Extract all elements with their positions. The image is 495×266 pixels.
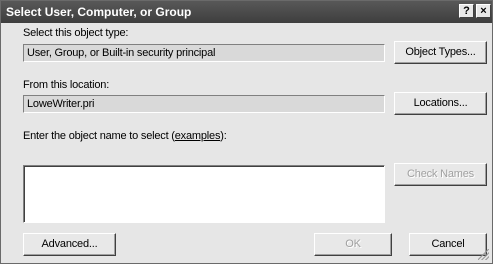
check-names-button[interactable]: Check Names — [394, 163, 487, 186]
object-name-label-suffix: ): — [220, 130, 227, 142]
object-types-button[interactable]: Object Types... — [394, 41, 487, 64]
resize-grip[interactable] — [478, 249, 489, 260]
title-bar[interactable]: Select User, Computer, or Group ? × — [1, 1, 492, 23]
object-name-input[interactable] — [23, 165, 385, 223]
object-name-label-prefix: Enter the object name to select ( — [23, 130, 175, 142]
help-button[interactable]: ? — [459, 4, 474, 18]
cancel-button[interactable]: Cancel — [409, 233, 487, 256]
close-button[interactable]: × — [476, 4, 491, 18]
select-user-dialog: Select User, Computer, or Group ? × Sele… — [0, 0, 493, 264]
window-title: Select User, Computer, or Group — [6, 5, 192, 19]
object-type-label: Select this object type: — [23, 27, 129, 39]
advanced-button[interactable]: Advanced... — [23, 233, 116, 256]
object-type-field: User, Group, or Built-in security princi… — [23, 44, 385, 62]
examples-link[interactable]: examples — [175, 130, 221, 142]
location-label: From this location: — [23, 79, 110, 91]
locations-button[interactable]: Locations... — [394, 92, 487, 115]
location-field: LoweWriter.pri — [23, 95, 385, 113]
ok-button[interactable]: OK — [314, 233, 392, 256]
object-name-label: Enter the object name to select (example… — [23, 130, 227, 142]
